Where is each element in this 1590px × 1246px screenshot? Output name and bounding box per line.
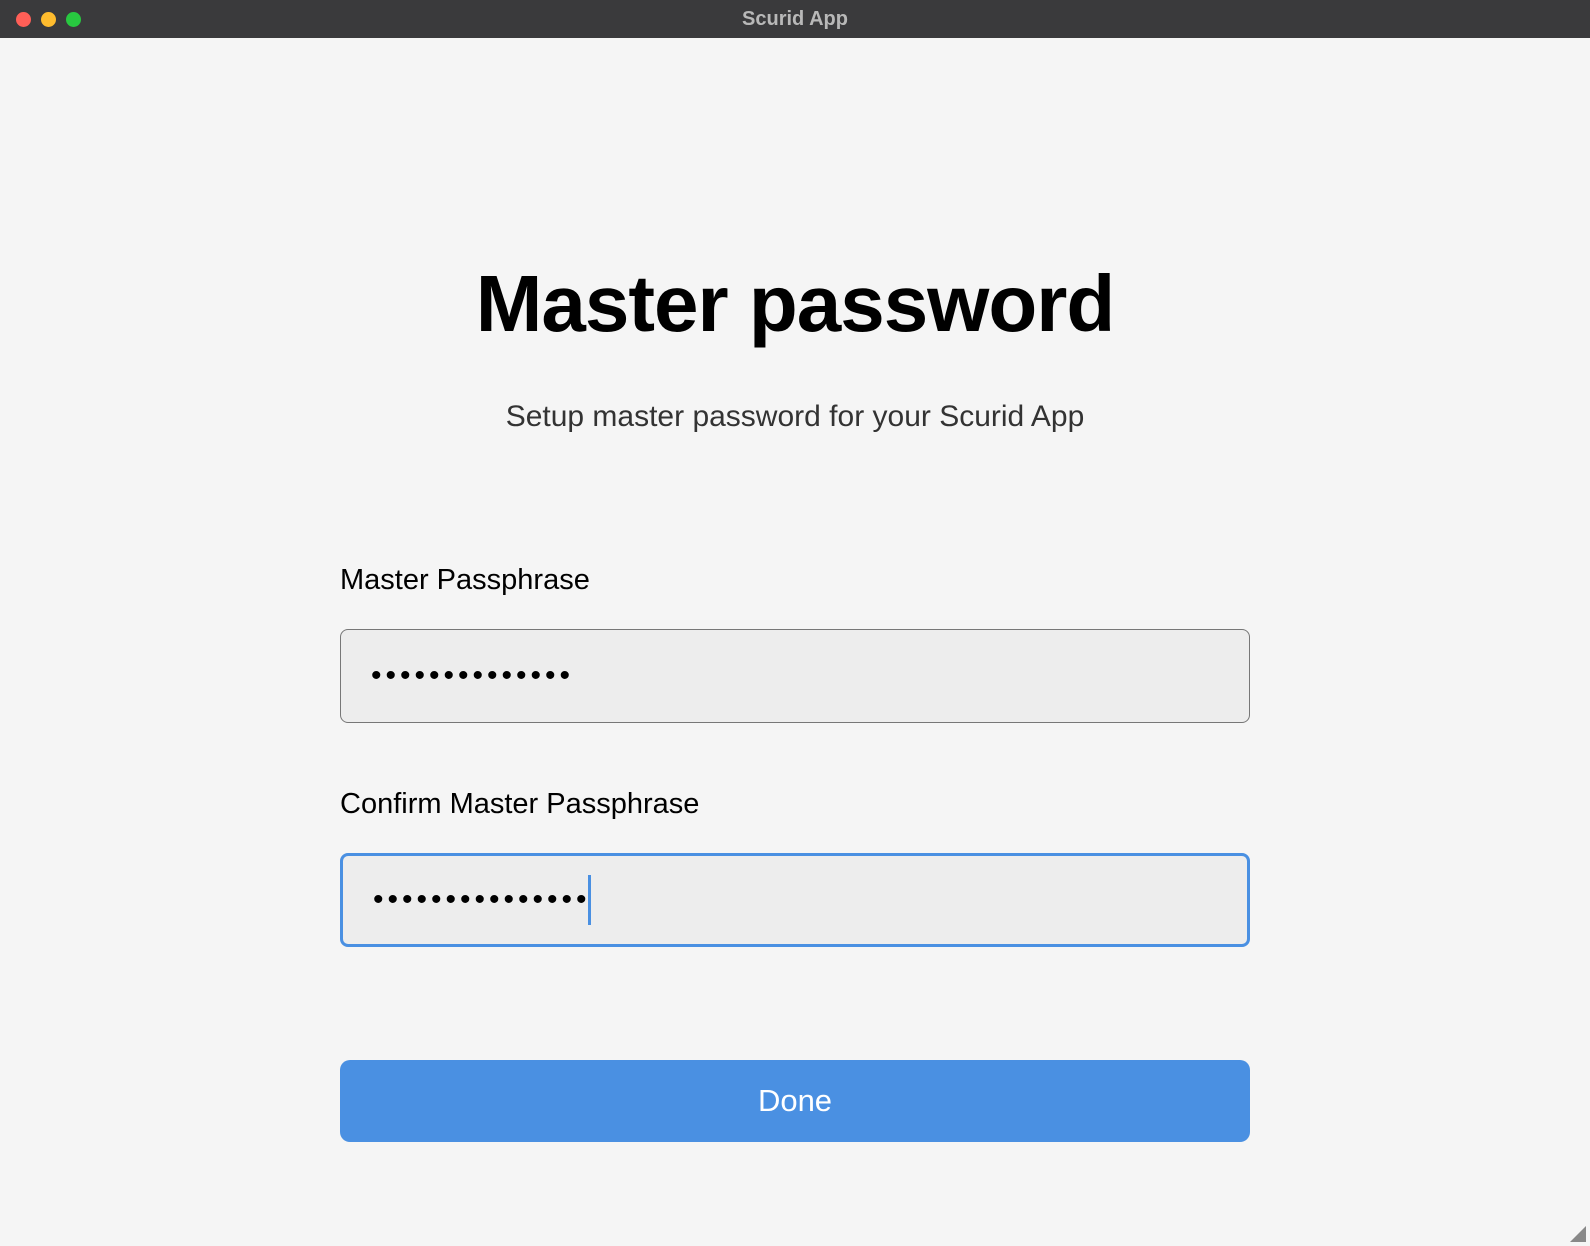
window-title: Scurid App bbox=[742, 8, 848, 31]
close-window-button[interactable] bbox=[16, 12, 31, 27]
passphrase-input[interactable] bbox=[340, 629, 1250, 723]
traffic-lights bbox=[0, 12, 81, 27]
confirm-passphrase-input[interactable] bbox=[340, 853, 1250, 947]
passphrase-group: Master Passphrase bbox=[340, 564, 1250, 723]
page-subtitle: Setup master password for your Scurid Ap… bbox=[506, 400, 1085, 434]
passphrase-label: Master Passphrase bbox=[340, 564, 1250, 597]
confirm-passphrase-label: Confirm Master Passphrase bbox=[340, 788, 1250, 821]
form-container: Master Passphrase Confirm Master Passphr… bbox=[340, 564, 1250, 1142]
resize-handle-icon[interactable] bbox=[1570, 1226, 1586, 1242]
page-title: Master password bbox=[476, 258, 1115, 350]
content-area: Master password Setup master password fo… bbox=[0, 38, 1590, 1142]
text-cursor bbox=[588, 875, 591, 925]
done-button[interactable]: Done bbox=[340, 1060, 1250, 1142]
confirm-passphrase-input-wrapper bbox=[340, 853, 1250, 947]
titlebar: Scurid App bbox=[0, 0, 1590, 38]
maximize-window-button[interactable] bbox=[66, 12, 81, 27]
confirm-passphrase-group: Confirm Master Passphrase bbox=[340, 788, 1250, 947]
minimize-window-button[interactable] bbox=[41, 12, 56, 27]
passphrase-input-wrapper bbox=[340, 629, 1250, 723]
